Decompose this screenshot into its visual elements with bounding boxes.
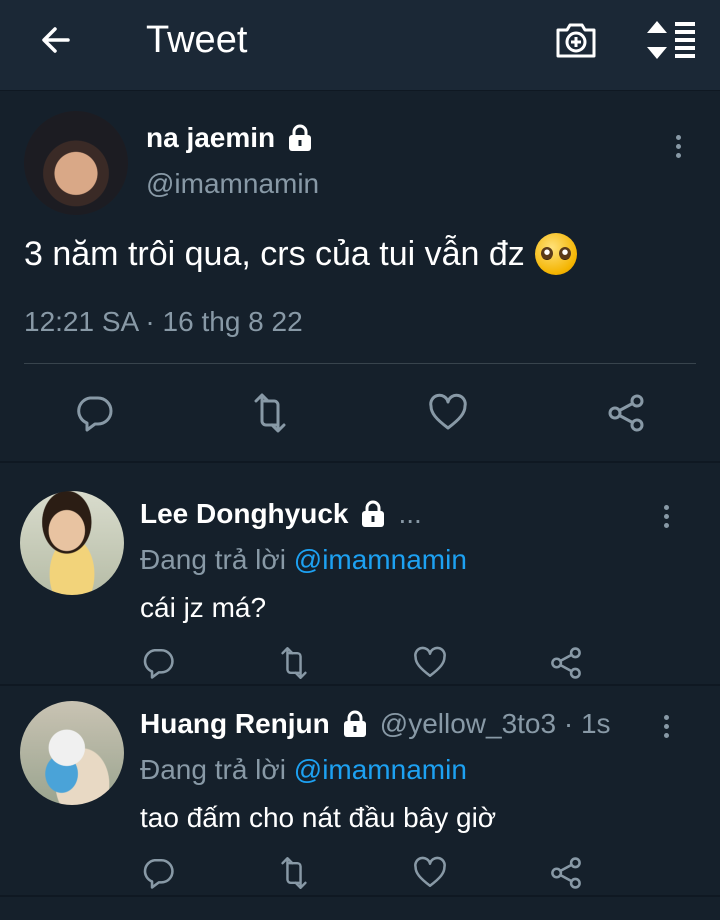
author-meta: ... — [398, 498, 422, 529]
author-name-row[interactable]: na jaemin — [146, 121, 313, 155]
replying-prefix: Đang trả lời — [140, 754, 286, 785]
author-name[interactable]: Huang Renjun — [140, 707, 330, 741]
share-icon[interactable] — [546, 853, 586, 893]
tweet-text-content: 3 năm trôi qua, crs của tui vẫn đz — [24, 235, 525, 273]
author-name-row[interactable]: Lee Donghyuck ... — [140, 497, 422, 531]
sort-icon[interactable] — [644, 16, 698, 64]
top-bar: Tweet — [0, 0, 720, 91]
tweet-actions — [0, 383, 720, 443]
more-options-icon[interactable] — [656, 499, 676, 533]
replying-to: Đang trả lời @imamnamin — [140, 753, 467, 787]
divider — [0, 895, 720, 897]
lock-icon — [342, 710, 368, 738]
author-handle[interactable]: @imamnamin — [146, 167, 319, 201]
tweet-timestamp: 12:21 SA · 16 thg 8 22 — [24, 306, 303, 337]
replying-to: Đang trả lời @imamnamin — [140, 543, 467, 577]
retweet-icon[interactable] — [240, 383, 300, 443]
reply-tweet[interactable]: Lee Donghyuck ... Đang trả lời @imamnami… — [0, 463, 720, 685]
reply-text: tao đấm cho nát đầu bây giờ — [140, 802, 497, 833]
divider — [24, 363, 696, 364]
retweet-icon[interactable] — [274, 853, 314, 893]
avatar[interactable] — [24, 111, 128, 215]
main-tweet: na jaemin @imamnamin 3 năm trôi qua, crs… — [0, 91, 720, 461]
like-heart-icon[interactable] — [410, 853, 450, 893]
camera-plus-icon[interactable] — [552, 16, 600, 64]
tweet-text: 3 năm trôi qua, crs của tui vẫn đz — [24, 233, 704, 275]
avatar[interactable] — [20, 701, 124, 805]
like-heart-icon[interactable] — [418, 383, 478, 443]
mention-link[interactable]: @imamnamin — [294, 544, 467, 575]
lock-icon — [287, 124, 313, 152]
reply-actions — [0, 853, 720, 893]
lock-icon — [360, 500, 386, 528]
reply-icon[interactable] — [138, 853, 178, 893]
page-title: Tweet — [146, 19, 248, 61]
author-meta: @yellow_3to3 · 1s — [379, 708, 611, 739]
mention-link[interactable]: @imamnamin — [294, 754, 467, 785]
reply-icon[interactable] — [64, 383, 124, 443]
author-name-row[interactable]: Huang Renjun @yellow_3to3 · 1s — [140, 707, 611, 741]
more-options-icon[interactable] — [668, 129, 688, 163]
back-arrow-icon[interactable] — [36, 20, 76, 60]
reply-text: cái jz má? — [140, 592, 267, 623]
more-options-icon[interactable] — [656, 709, 676, 743]
replying-prefix: Đang trả lời — [140, 544, 286, 575]
author-name[interactable]: na jaemin — [146, 121, 275, 155]
reply-tweet[interactable]: Huang Renjun @yellow_3to3 · 1s Đang trả … — [0, 673, 720, 895]
avatar[interactable] — [20, 491, 124, 595]
pleading-face-emoji-icon — [534, 233, 577, 275]
share-icon[interactable] — [596, 383, 656, 443]
author-name[interactable]: Lee Donghyuck — [140, 497, 348, 531]
